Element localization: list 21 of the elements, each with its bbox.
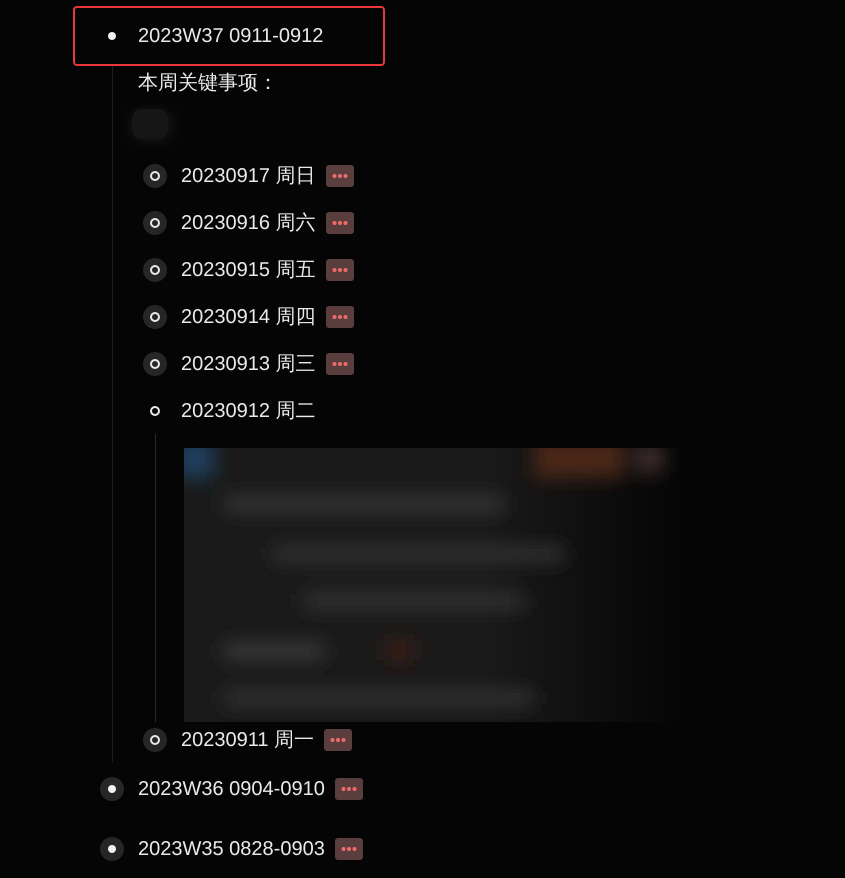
- more-icon[interactable]: [334, 778, 363, 800]
- day-title: 20230912 周二: [181, 399, 316, 424]
- more-icon[interactable]: [324, 728, 352, 750]
- more-icon[interactable]: [326, 212, 354, 234]
- day-title: 20230911 周一: [181, 728, 314, 753]
- more-icon[interactable]: [326, 258, 354, 280]
- day-title: 20230913 周三: [181, 352, 316, 377]
- more-icon[interactable]: [326, 352, 354, 374]
- block-title: 2023W35 0828-0903: [138, 838, 325, 860]
- block-title: 2023W37 0911-0912: [138, 24, 324, 48]
- more-icon[interactable]: [326, 306, 354, 328]
- bullet-icon[interactable]: [97, 774, 127, 804]
- more-icon[interactable]: [334, 838, 363, 860]
- block-note: 本周关键事项：: [138, 70, 279, 96]
- day-title: 20230914 周四: [181, 305, 316, 330]
- bullet-icon[interactable]: [97, 834, 127, 864]
- block-title: 2023W36 0904-0910: [138, 778, 325, 800]
- day-title: 20230916 周六: [181, 211, 316, 236]
- more-icon[interactable]: [326, 164, 354, 186]
- day-title: 20230917 周日: [181, 164, 316, 189]
- day-title: 20230915 周五: [181, 258, 316, 283]
